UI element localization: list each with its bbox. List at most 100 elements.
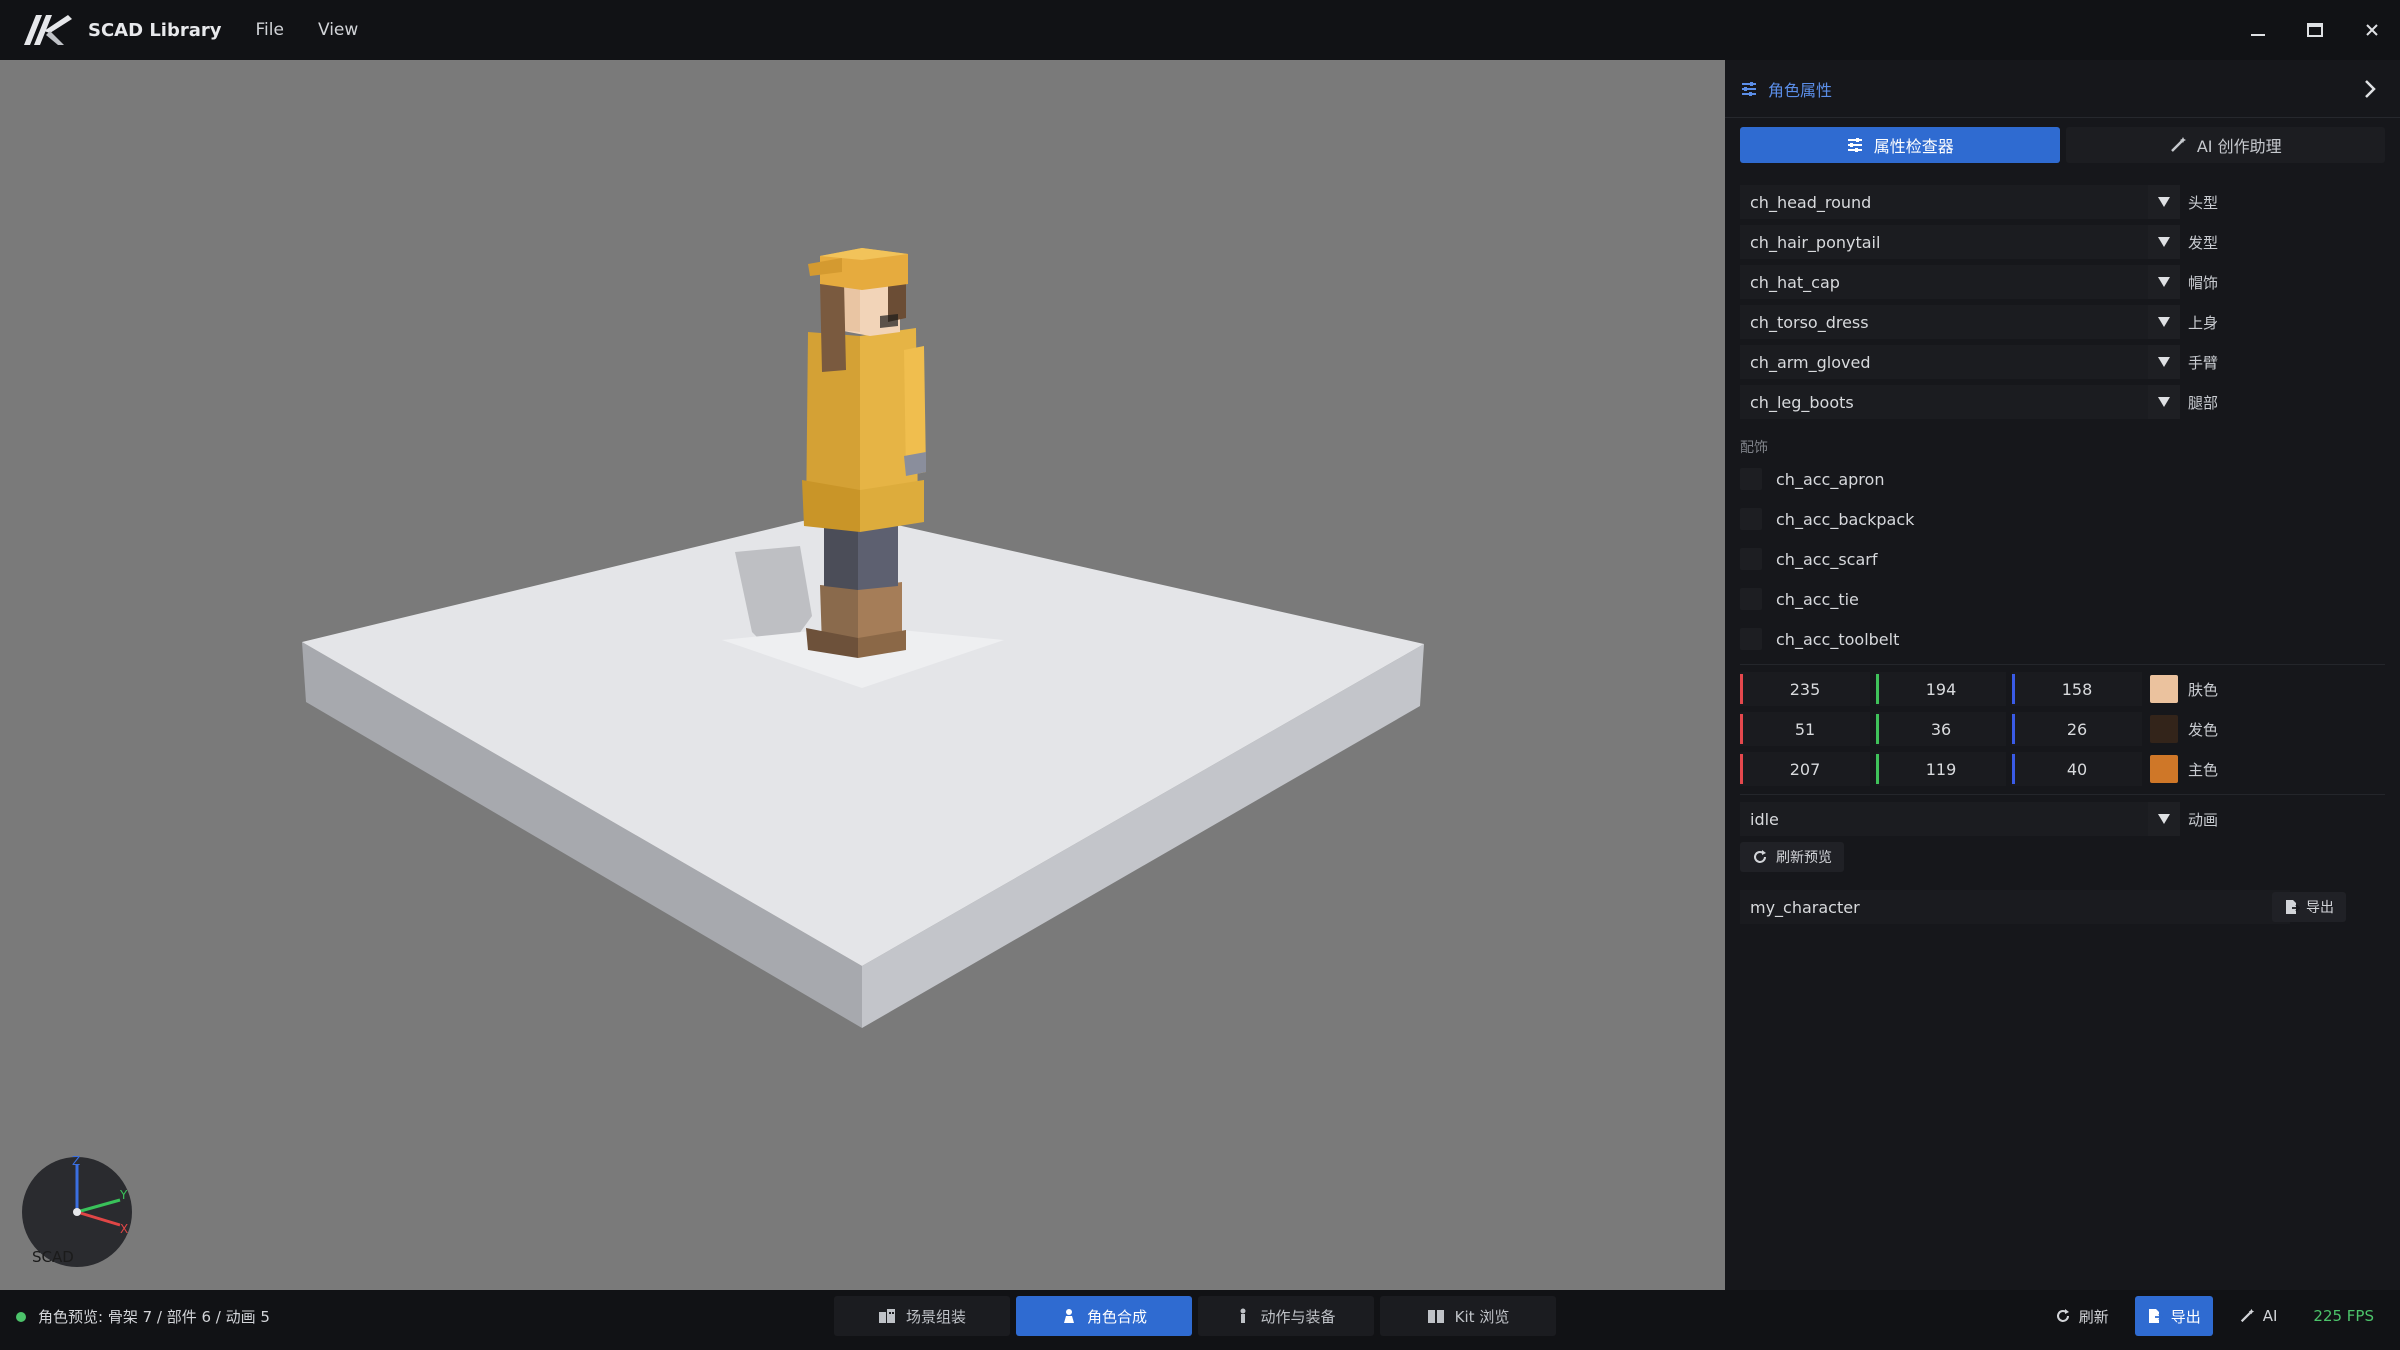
refresh-preview-button[interactable]: 刷新预览 [1740, 842, 1844, 872]
accessory-checkbox[interactable] [1740, 508, 1762, 530]
caret-down-icon[interactable] [2148, 305, 2180, 339]
svg-text:Z: Z [72, 1155, 80, 1168]
part-row-hair: ch_hair_ponytail 发型 [1740, 225, 2218, 259]
color-label: 主色 [2188, 760, 2219, 779]
select-value: ch_head_round [1750, 192, 1872, 212]
window-controls [2229, 0, 2400, 60]
person-icon [1240, 1308, 1246, 1323]
accessory-checkbox[interactable] [1740, 588, 1762, 610]
menu-view[interactable]: View [318, 20, 358, 40]
hat-select[interactable]: ch_hat_cap [1740, 265, 2180, 299]
green-field[interactable]: 119 [1876, 752, 2006, 786]
caret-down-icon[interactable] [2148, 225, 2180, 259]
accessory-label: ch_acc_backpack [1776, 509, 1915, 529]
accessory-checkbox[interactable] [1740, 468, 1762, 490]
accessory-label: ch_acc_apron [1776, 469, 1885, 489]
blue-field[interactable]: 26 [2012, 712, 2142, 746]
mode-tabs: 场景组装 角色合成 动作与装备 Kit 浏览 [834, 1296, 1556, 1336]
animation-row: idle 动画 [1740, 802, 2218, 836]
caret-down-icon[interactable] [2148, 802, 2180, 836]
refresh-label: 刷新 [2078, 1307, 2109, 1326]
leg-left [824, 522, 858, 590]
file-export-icon [2286, 900, 2300, 914]
accessory-item[interactable]: ch_acc_backpack [1740, 502, 1914, 536]
color-swatch[interactable] [2150, 755, 2178, 783]
accessories-section-label: 配饰 [1740, 440, 1768, 456]
tab-label: 动作与装备 [1260, 1307, 1336, 1326]
ai-label: AI [2262, 1307, 2278, 1325]
part-row-leg: ch_leg_boots 腿部 [1740, 385, 2218, 419]
green-field[interactable]: 194 [1876, 672, 2006, 706]
accessory-item[interactable]: ch_acc_apron [1740, 462, 1884, 496]
tab-label: 属性检查器 [1873, 137, 1954, 156]
part-label: 上身 [2188, 313, 2219, 332]
arm-select[interactable]: ch_arm_gloved [1740, 345, 2180, 379]
sliders-icon [1742, 81, 1756, 96]
svg-text:Y: Y [119, 1188, 128, 1202]
status-indicator [16, 1311, 26, 1322]
accessory-label: ch_acc_scarf [1776, 549, 1878, 569]
color-swatch[interactable] [2150, 675, 2178, 703]
red-field[interactable]: 235 [1740, 672, 1870, 706]
refresh-button[interactable]: 刷新 [2043, 1296, 2121, 1336]
accessory-checkbox[interactable] [1740, 548, 1762, 570]
title-bar: SCAD Library File View [0, 0, 2400, 60]
minimize-button[interactable] [2229, 0, 2286, 60]
tab-character-composition[interactable]: 角色合成 [1016, 1296, 1192, 1336]
tab-actions-equipment[interactable]: 动作与装备 [1198, 1296, 1374, 1336]
part-label: 帽饰 [2188, 273, 2219, 292]
part-row-arm: ch_arm_gloved 手臂 [1740, 345, 2218, 379]
app-logo-icon [24, 15, 72, 45]
maximize-button[interactable] [2286, 0, 2343, 60]
accessory-item[interactable]: ch_acc_toolbelt [1740, 622, 1899, 656]
panel-title: 角色属性 [1768, 80, 1833, 100]
magic-wand-icon [2240, 1308, 2254, 1323]
menu-file[interactable]: File [255, 20, 283, 40]
tab-property-inspector[interactable]: 属性检查器 [1740, 127, 2060, 163]
part-label: 手臂 [2188, 353, 2219, 372]
color-label: 发色 [2188, 720, 2219, 739]
close-button[interactable] [2343, 0, 2400, 60]
refresh-preview-label: 刷新预览 [1776, 850, 1832, 866]
red-field[interactable]: 51 [1740, 712, 1870, 746]
panel-header: 角色属性 [1725, 60, 2400, 118]
caret-down-icon[interactable] [2148, 385, 2180, 419]
color-swatch[interactable] [2150, 715, 2178, 743]
character-icon [1063, 1309, 1074, 1323]
accessory-label: ch_acc_tie [1776, 589, 1859, 609]
torso-select[interactable]: ch_torso_dress [1740, 305, 2180, 339]
accessory-item[interactable]: ch_acc_tie [1740, 582, 1859, 616]
status-info: 角色预览: 骨架 7 / 部件 6 / 动画 5 [16, 1306, 270, 1327]
minimize-icon [2250, 34, 2265, 36]
status-actions: 刷新 导出 AI 225 FPS [2043, 1296, 2374, 1336]
export-label: 导出 [2306, 900, 2334, 916]
blue-field[interactable]: 158 [2012, 672, 2142, 706]
caret-down-icon[interactable] [2148, 345, 2180, 379]
select-value: ch_leg_boots [1750, 392, 1854, 412]
green-field[interactable]: 36 [1876, 712, 2006, 746]
export-button[interactable]: 导出 [2272, 892, 2346, 922]
tab-ai-assistant[interactable]: AI 创作助理 [2065, 127, 2385, 163]
tab-kit-browse[interactable]: Kit 浏览 [1380, 1296, 1556, 1336]
animation-select[interactable]: idle [1740, 802, 2180, 836]
chevron-right-icon[interactable] [2360, 78, 2380, 100]
blue-field[interactable]: 40 [2012, 752, 2142, 786]
accessory-item[interactable]: ch_acc_scarf [1740, 542, 1877, 576]
export-main-label: 导出 [2170, 1307, 2201, 1326]
export-main-button[interactable]: 导出 [2134, 1296, 2213, 1336]
tab-scene-assembly[interactable]: 场景组装 [834, 1296, 1010, 1336]
leg-select[interactable]: ch_leg_boots [1740, 385, 2180, 419]
head-select[interactable]: ch_head_round [1740, 185, 2180, 219]
3d-viewport[interactable]: Z Y X SCAD [0, 60, 1725, 1290]
export-name-input[interactable]: my_character [1740, 890, 2290, 924]
part-row-torso: ch_torso_dress 上身 [1740, 305, 2218, 339]
ai-button[interactable]: AI [2227, 1296, 2290, 1336]
status-bar: 角色预览: 骨架 7 / 部件 6 / 动画 5 场景组装 角色合成 动作与装备 [0, 1290, 2400, 1350]
red-field[interactable]: 207 [1740, 752, 1870, 786]
accessory-checkbox[interactable] [1740, 628, 1762, 650]
app-title: SCAD Library [88, 19, 222, 41]
caret-down-icon[interactable] [2148, 265, 2180, 299]
divider [1740, 664, 2385, 665]
hair-select[interactable]: ch_hair_ponytail [1740, 225, 2180, 259]
caret-down-icon[interactable] [2148, 185, 2180, 219]
